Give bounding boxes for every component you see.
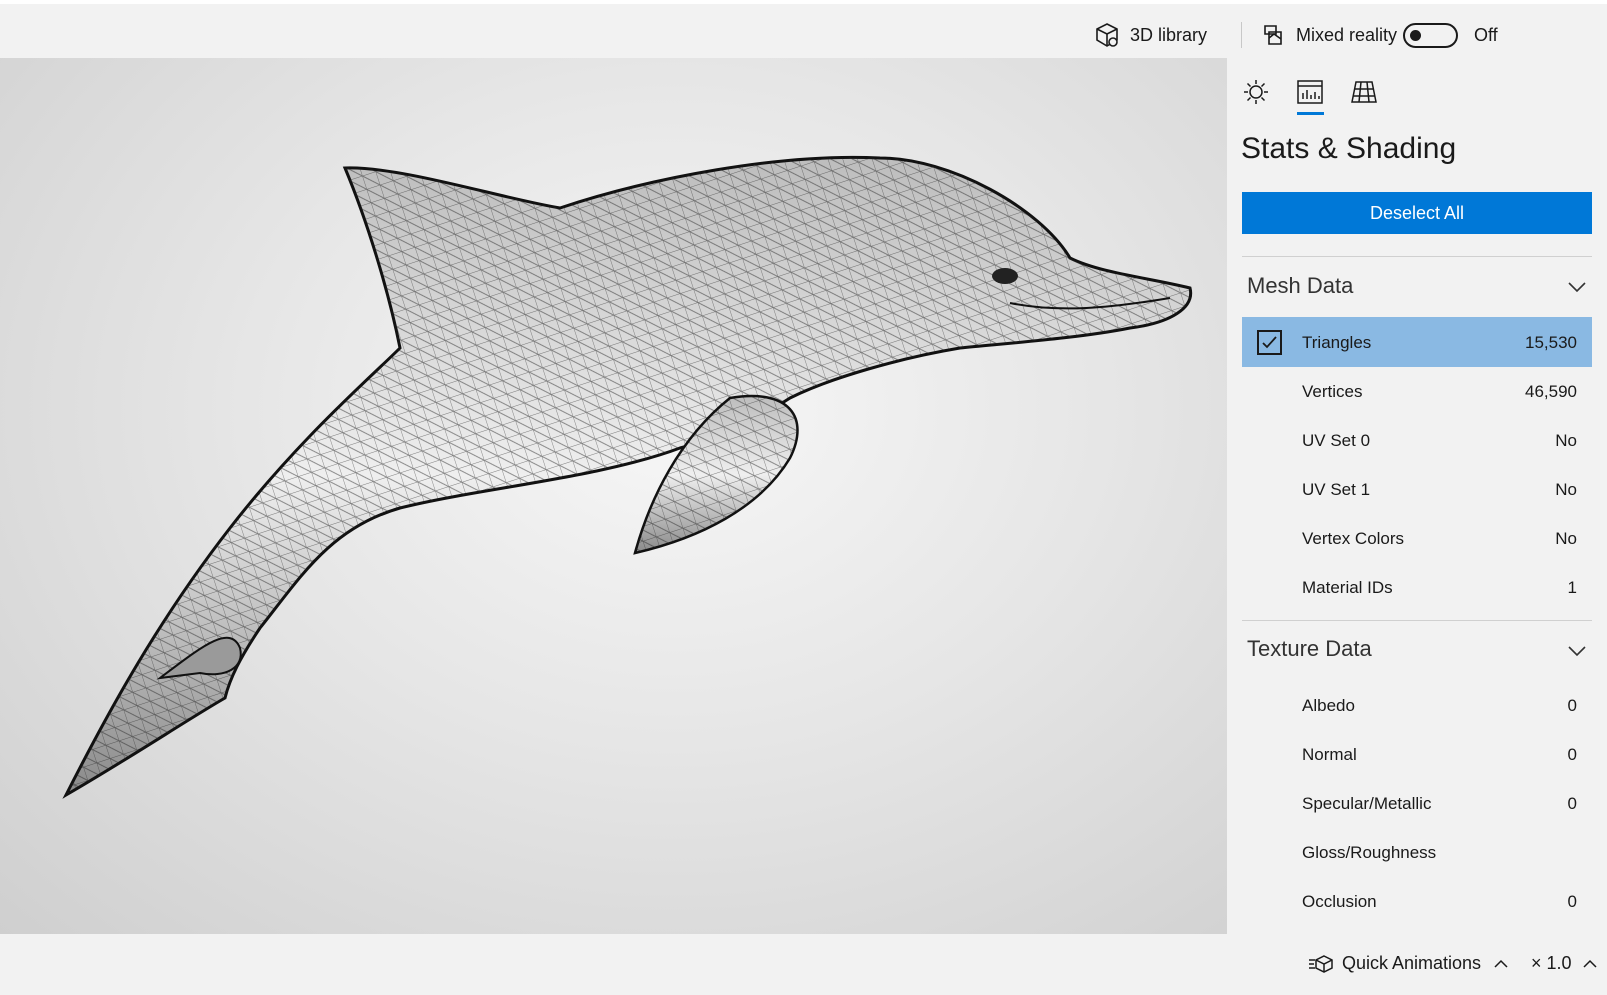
divider — [1242, 256, 1592, 257]
chevron-up-icon — [1494, 959, 1508, 968]
row-value: No — [1555, 431, 1577, 450]
row-label: Albedo — [1302, 696, 1355, 715]
mixed-reality-label: Mixed reality — [1296, 24, 1398, 45]
row-label: UV Set 1 — [1302, 480, 1371, 499]
chevron-down-icon[interactable] — [1567, 280, 1587, 294]
row-value: 0 — [1567, 892, 1577, 911]
tab-grid[interactable] — [1348, 76, 1380, 108]
texture-row-occlusion[interactable]: Occlusion 0 — [1242, 876, 1592, 926]
3d-viewport[interactable] — [0, 58, 1227, 934]
toggle-state-label: Off — [1474, 25, 1498, 45]
texture-row-normal[interactable]: Normal 0 — [1242, 729, 1592, 779]
texture-row-gloss-roughness[interactable]: Gloss/Roughness — [1242, 827, 1592, 877]
mesh-row-uv-set-1[interactable]: UV Set 1 No — [1242, 464, 1592, 514]
checkmark-icon — [1262, 336, 1277, 349]
row-label: Vertex Colors — [1302, 529, 1405, 548]
3d-library-label: 3D library — [1130, 24, 1208, 45]
deselect-all-button[interactable]: Deselect All — [1242, 192, 1592, 234]
mesh-row-vertex-colors[interactable]: Vertex Colors No — [1242, 513, 1592, 563]
mesh-row-triangles[interactable]: Triangles 15,530 — [1242, 317, 1592, 367]
row-value: 0 — [1567, 745, 1577, 764]
panel-title: Stats & Shading — [1241, 132, 1457, 165]
texture-row-specular-metallic[interactable]: Specular/Metallic 0 — [1242, 778, 1592, 828]
checkbox[interactable] — [1257, 330, 1282, 355]
top-toolbar: 3D library Mixed reality Off — [0, 0, 1607, 58]
toolbar-separator — [1241, 22, 1242, 48]
row-value: No — [1555, 480, 1577, 499]
chevron-up-icon — [1583, 959, 1597, 968]
row-label: Vertices — [1302, 382, 1363, 401]
bottom-toolbar: Quick Animations × 1.0 — [0, 934, 1607, 995]
animation-icon — [1309, 954, 1333, 973]
row-value: 1 — [1567, 578, 1577, 597]
grid-icon — [1351, 81, 1377, 103]
row-label: Material IDs — [1302, 578, 1393, 597]
speed-label: × 1.0 — [1531, 953, 1572, 973]
row-label: Specular/Metallic — [1302, 794, 1432, 813]
chevron-down-icon[interactable] — [1567, 644, 1587, 658]
mixed-reality-toggle[interactable] — [1403, 23, 1458, 48]
row-label: Triangles — [1302, 333, 1372, 352]
mesh-row-vertices[interactable]: Vertices 46,590 — [1242, 366, 1592, 416]
mesh-row-uv-set-0[interactable]: UV Set 0 No — [1242, 415, 1592, 465]
stats-chart-icon — [1297, 80, 1323, 104]
row-value: 0 — [1567, 794, 1577, 813]
3d-library-button[interactable]: 3D library — [1094, 20, 1207, 50]
quick-animations-button[interactable]: Quick Animations — [1308, 953, 1509, 974]
mixed-reality-icon — [1264, 25, 1282, 45]
row-label: Normal — [1302, 745, 1357, 764]
cube-icon — [1096, 23, 1118, 47]
toggle-knob — [1410, 30, 1421, 41]
tab-lighting[interactable] — [1240, 76, 1272, 108]
stats-panel: Stats & Shading Deselect All Mesh Data T… — [1227, 58, 1607, 934]
texture-data-header[interactable]: Texture Data — [1247, 636, 1372, 662]
speed-button[interactable]: × 1.0 — [1531, 953, 1598, 974]
texture-row-albedo[interactable]: Albedo 0 — [1242, 680, 1592, 730]
mixed-reality-button[interactable]: Mixed reality — [1260, 20, 1397, 50]
row-label: Occlusion — [1302, 892, 1377, 911]
divider — [1242, 620, 1592, 621]
row-label: UV Set 0 — [1302, 431, 1371, 450]
row-label: Gloss/Roughness — [1302, 843, 1437, 862]
sun-icon — [1244, 80, 1268, 104]
active-tab-indicator — [1297, 112, 1324, 115]
tab-stats[interactable] — [1294, 76, 1326, 108]
row-value: 0 — [1567, 696, 1577, 715]
dolphin-model[interactable] — [0, 58, 1227, 934]
quick-animations-label: Quick Animations — [1342, 953, 1482, 973]
row-value: No — [1555, 529, 1577, 548]
mesh-row-material-ids[interactable]: Material IDs 1 — [1242, 562, 1592, 612]
row-value: 15,530 — [1525, 333, 1577, 352]
mesh-data-header[interactable]: Mesh Data — [1247, 273, 1353, 299]
row-value: 46,590 — [1525, 382, 1577, 401]
